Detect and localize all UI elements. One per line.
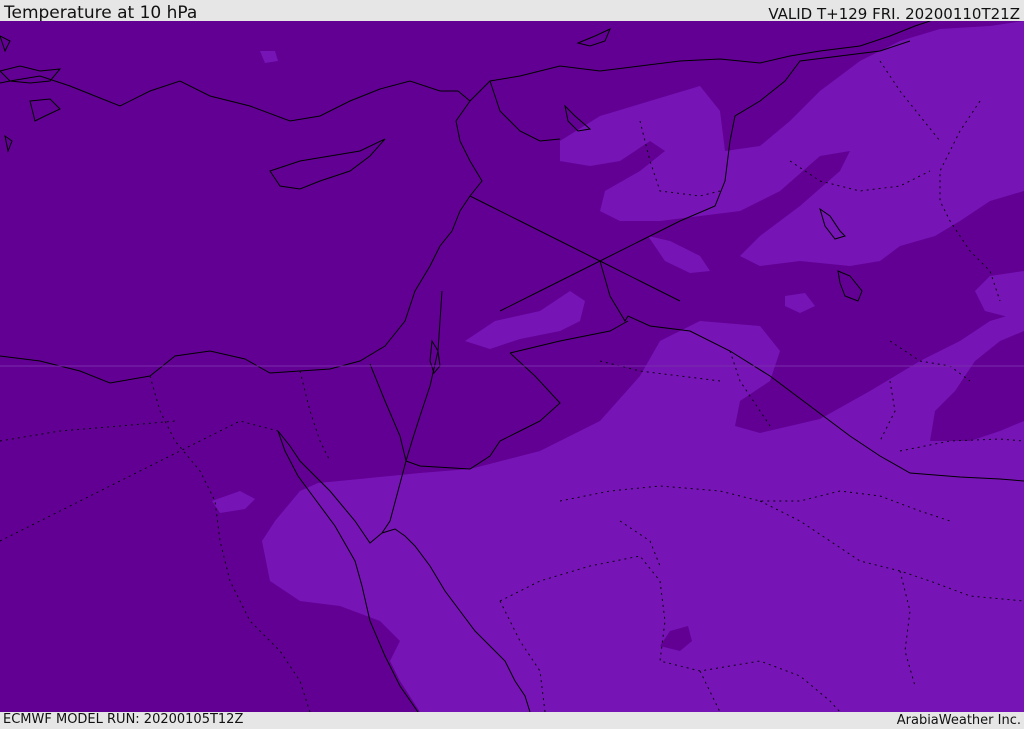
credit-label: ArabiaWeather Inc. [896, 713, 1021, 728]
map-canvas [0, 21, 1024, 712]
footer-bar: ECMWF MODEL RUN: 20200105T12Z ArabiaWeat… [0, 712, 1024, 729]
temperature-map[interactable] [0, 21, 1024, 712]
model-run-label: ECMWF MODEL RUN: 20200105T12Z [3, 712, 244, 727]
map-title: Temperature at 10 hPa [4, 3, 198, 23]
weather-map-frame: Temperature at 10 hPa VALID T+129 FRI. 2… [0, 0, 1024, 729]
header-bar: Temperature at 10 hPa VALID T+129 FRI. 2… [0, 0, 1024, 23]
